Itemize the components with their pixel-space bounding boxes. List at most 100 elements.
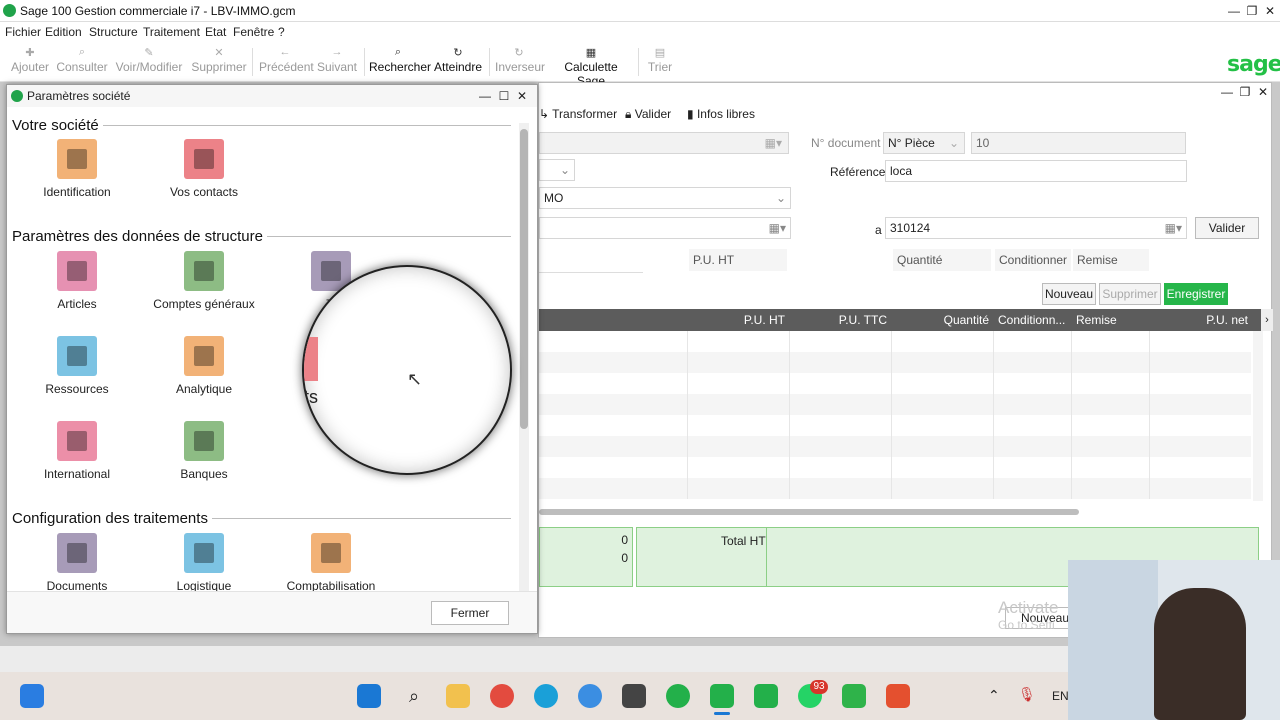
identification-item[interactable]: Identification — [17, 139, 137, 199]
dialog-scrollbar-thumb[interactable] — [520, 129, 528, 429]
nouveau-line-button[interactable]: Nouveau — [1042, 283, 1096, 305]
col-pu-ttc[interactable]: P.U. TTC — [791, 313, 887, 327]
menu-traitement[interactable]: Traitement — [143, 25, 200, 39]
flags-icon — [57, 421, 97, 461]
logistique-item[interactable]: Logistique — [144, 533, 264, 593]
statut-select[interactable]: ⌄ — [539, 159, 575, 181]
rechercher-button[interactable]: ⌕ Rechercher — [369, 46, 431, 74]
documents-item[interactable]: Documents — [17, 533, 137, 593]
fermer-button[interactable]: Fermer — [431, 601, 509, 625]
menu-fenetre[interactable]: Fenêtre — [233, 25, 274, 39]
ajouter-button[interactable]: ✚ Ajouter — [10, 46, 50, 74]
table-row[interactable] — [539, 352, 1251, 373]
search-icon[interactable]: ⌕ — [402, 684, 426, 708]
voir-modifier-button[interactable]: ✎ Voir/Modifier — [113, 46, 185, 74]
chrome-icon[interactable] — [490, 684, 514, 708]
grid-cell-divider — [1149, 457, 1150, 478]
valider-button[interactable]: Valider — [1195, 217, 1259, 239]
menu-structure[interactable]: Structure — [89, 25, 138, 39]
tiers-select[interactable]: MO ⌄ — [539, 187, 791, 209]
maximize-icon[interactable]: ☐ — [494, 87, 514, 105]
col-pu-net[interactable]: P.U. net — [1151, 313, 1248, 327]
table-row[interactable] — [539, 457, 1251, 478]
supprimer-button[interactable]: ✕ Supprimer — [190, 46, 248, 74]
precedent-button[interactable]: ← Précédent — [259, 46, 314, 74]
col-quantite[interactable]: Quantité — [893, 313, 989, 327]
table-row[interactable] — [539, 415, 1251, 436]
lines-grid[interactable] — [539, 331, 1251, 499]
recorder-icon[interactable] — [886, 684, 910, 708]
edge-icon[interactable] — [534, 684, 558, 708]
grid-cell-divider — [1071, 415, 1072, 436]
menu-fichier[interactable]: Fichier — [5, 25, 41, 39]
grid-cell-divider — [891, 415, 892, 436]
grid-vertical-scrollbar[interactable] — [1253, 331, 1263, 501]
inverseur-button[interactable]: ↻ Inverseur — [495, 46, 545, 74]
terminal-icon[interactable] — [622, 684, 646, 708]
banques-item[interactable]: Banques — [144, 421, 264, 481]
sage-gestion-taskbar-icon[interactable] — [710, 684, 734, 708]
transformer-action[interactable]: ↳ Transformer — [539, 107, 617, 121]
trier-button[interactable]: ▤ Trier — [646, 46, 674, 74]
minimize-icon[interactable]: — — [475, 87, 495, 105]
sage-compta-taskbar-icon[interactable] — [754, 684, 778, 708]
screen-magnifier-overlay: ts ↖ — [302, 265, 512, 475]
col-remise[interactable]: Remise — [1076, 313, 1136, 327]
suivant-button[interactable]: → Suivant — [316, 46, 358, 74]
menu-help[interactable]: ? — [278, 25, 285, 39]
date-field[interactable]: ▦▾ — [539, 217, 791, 239]
comptabilisation-item[interactable]: Comptabilisation — [271, 533, 391, 593]
widgets-icon[interactable] — [20, 684, 44, 708]
document-type-field[interactable]: ▦▾ — [539, 132, 789, 154]
supprimer-line-button[interactable]: Supprimer — [1099, 283, 1161, 305]
articles-item[interactable]: Articles — [17, 251, 137, 311]
col-conditionner[interactable]: Conditionn... — [998, 313, 1068, 327]
search-icon: ⌕ — [78, 46, 86, 58]
language-indicator[interactable]: EN — [1052, 689, 1069, 703]
chrome-profile-icon[interactable] — [578, 684, 602, 708]
chevron-up-icon[interactable]: ⌃ — [988, 687, 1000, 704]
vos-contacts-item[interactable]: Vos contacts — [144, 139, 264, 199]
maximize-icon[interactable]: ❐ — [1242, 2, 1262, 20]
n-piece-select[interactable]: N° Pièce ⌄ — [883, 132, 965, 154]
restore-icon[interactable]: ❐ — [1235, 83, 1255, 101]
camtasia-icon[interactable] — [842, 684, 866, 708]
n-document-value[interactable]: 10 — [971, 132, 1186, 154]
col-pu-ht[interactable]: P.U. HT — [689, 313, 785, 327]
consulter-button[interactable]: ⌕ Consulter — [56, 46, 108, 74]
international-item[interactable]: International — [17, 421, 137, 481]
grid-horizontal-scrollbar[interactable] — [539, 509, 1079, 515]
dialog-title-bar: Paramètres société — ☐ ✕ — [7, 85, 537, 107]
table-row[interactable] — [539, 478, 1251, 499]
infos-libres-action[interactable]: ▮ Infos libres — [687, 107, 755, 121]
scroll-right-icon[interactable]: › — [1261, 309, 1273, 331]
entry-designation-cell[interactable] — [539, 249, 643, 273]
minimize-icon[interactable]: — — [1217, 83, 1237, 101]
ressources-item[interactable]: Ressources — [17, 336, 137, 396]
comptes-generaux-item[interactable]: Comptes généraux — [144, 251, 264, 311]
menu-etat[interactable]: Etat — [205, 25, 226, 39]
grid-cell-divider — [789, 457, 790, 478]
table-row[interactable] — [539, 394, 1251, 415]
bank-icon — [184, 421, 224, 461]
sage-taskbar-icon[interactable] — [666, 684, 690, 708]
minimize-icon[interactable]: — — [1224, 2, 1244, 20]
close-icon[interactable]: ✕ — [1253, 83, 1273, 101]
reference-input[interactable]: loca — [885, 160, 1187, 182]
menu-edition[interactable]: Edition — [45, 25, 82, 39]
a-date-field[interactable]: 310124 ▦▾ — [885, 217, 1187, 239]
close-icon[interactable]: ✕ — [1260, 2, 1280, 20]
windows-start-icon[interactable] — [357, 684, 381, 708]
table-row[interactable] — [539, 436, 1251, 457]
valider-action[interactable]: 🔒︎ Valider — [625, 107, 671, 122]
file-explorer-icon[interactable] — [446, 684, 470, 708]
table-row[interactable] — [539, 331, 1251, 352]
analytique-item[interactable]: Analytique — [144, 336, 264, 396]
close-icon[interactable]: ✕ — [512, 87, 532, 105]
section-traitements: Configuration des traitements — [12, 510, 212, 527]
enregistrer-button[interactable]: Enregistrer — [1164, 283, 1228, 305]
toolbar-separator — [364, 48, 365, 76]
microphone-icon[interactable]: 🎙︎ — [1018, 686, 1036, 703]
atteindre-button[interactable]: ↻ Atteindre — [433, 46, 483, 74]
table-row[interactable] — [539, 373, 1251, 394]
